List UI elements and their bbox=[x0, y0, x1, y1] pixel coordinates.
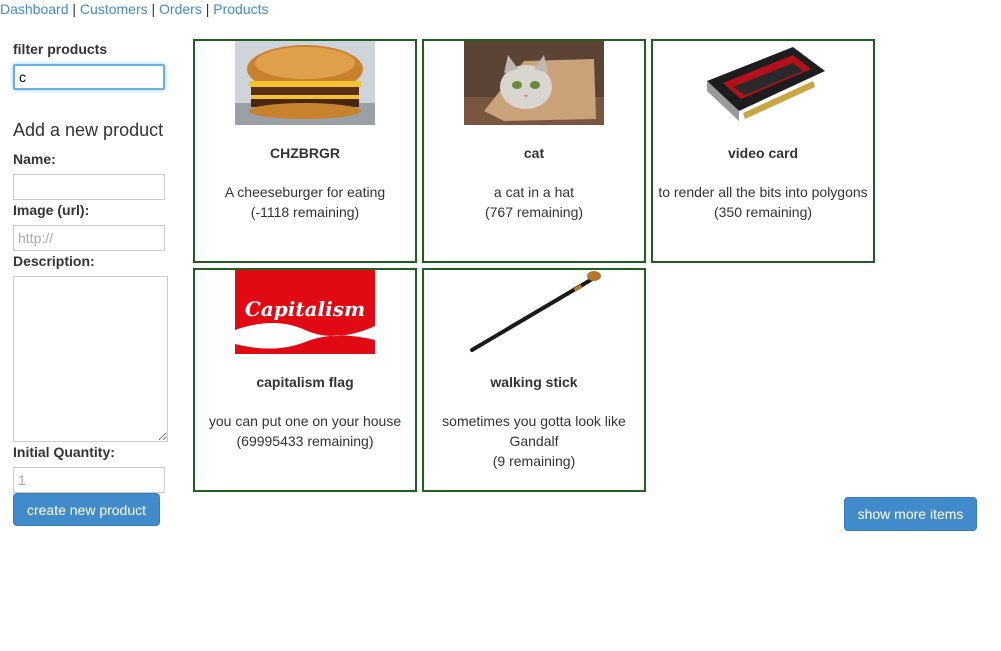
product-description: sometimes you gotta look like Gandalf bbox=[442, 413, 626, 449]
product-remaining: (350 remaining) bbox=[713, 204, 813, 220]
description-label: Description: bbox=[13, 253, 95, 269]
nav-orders-link[interactable]: Orders bbox=[159, 1, 202, 17]
product-description-block: sometimes you gotta look like Gandalf (9… bbox=[424, 411, 644, 471]
filter-input[interactable] bbox=[13, 64, 165, 90]
product-name: cat bbox=[523, 145, 545, 161]
nav-dashboard-link[interactable]: Dashboard bbox=[0, 1, 69, 17]
product-card[interactable]: cat a cat in a hat (767 remaining) bbox=[422, 39, 646, 263]
show-more-button[interactable]: show more items bbox=[844, 497, 977, 531]
product-remaining: (767 remaining) bbox=[484, 204, 584, 220]
product-card[interactable]: CHZBRGR A cheeseburger for eating (-1118… bbox=[193, 39, 417, 263]
product-description-block: A cheeseburger for eating (-1118 remaini… bbox=[195, 182, 415, 222]
nav-products-link[interactable]: Products bbox=[213, 1, 268, 17]
walking-stick-image bbox=[464, 270, 604, 354]
initial-quantity-label: Initial Quantity: bbox=[13, 444, 115, 460]
filter-label: filter products bbox=[13, 41, 108, 57]
name-field[interactable] bbox=[13, 174, 165, 200]
product-card[interactable]: video card to render all the bits into p… bbox=[651, 39, 875, 263]
description-field[interactable] bbox=[13, 276, 168, 442]
cheeseburger-image bbox=[235, 41, 375, 125]
product-name: capitalism flag bbox=[256, 374, 354, 390]
capitalism-logo-text: Capitalism bbox=[245, 297, 365, 321]
product-description-block: to render all the bits into polygons (35… bbox=[653, 182, 873, 222]
nav-separator: | bbox=[205, 1, 210, 17]
image-url-field[interactable] bbox=[13, 225, 165, 251]
nav-separator: | bbox=[72, 1, 77, 17]
product-name: CHZBRGR bbox=[270, 145, 340, 161]
product-description: A cheeseburger for eating bbox=[224, 184, 386, 200]
nav-customers-link[interactable]: Customers bbox=[80, 1, 148, 17]
product-name: walking stick bbox=[490, 374, 578, 390]
name-label: Name: bbox=[13, 151, 56, 167]
image-url-label: Image (url): bbox=[13, 202, 90, 218]
add-product-heading: Add a new product bbox=[13, 120, 164, 140]
product-description-block: you can put one on your house (69995433 … bbox=[195, 411, 415, 451]
product-description: you can put one on your house bbox=[208, 413, 402, 429]
product-description-block: a cat in a hat (767 remaining) bbox=[424, 182, 644, 222]
product-card[interactable]: walking stick sometimes you gotta look l… bbox=[422, 268, 646, 492]
create-product-button[interactable]: create new product bbox=[13, 493, 160, 526]
product-name: video card bbox=[727, 145, 799, 161]
product-remaining: (9 remaining) bbox=[492, 453, 576, 469]
cat-image bbox=[464, 41, 604, 125]
nav-separator: | bbox=[151, 1, 156, 17]
product-remaining: (-1118 remaining) bbox=[250, 204, 360, 220]
product-card[interactable]: Capitalism capitalism flag you can put o… bbox=[193, 268, 417, 492]
top-nav: Dashboard | Customers | Orders | Product… bbox=[0, 0, 269, 18]
product-remaining: (69995433 remaining) bbox=[236, 433, 374, 449]
capitalism-flag-image: Capitalism bbox=[235, 270, 375, 354]
product-description: a cat in a hat bbox=[493, 184, 575, 200]
initial-quantity-field[interactable] bbox=[13, 467, 165, 493]
product-description: to render all the bits into polygons bbox=[658, 184, 868, 200]
video-card-image bbox=[693, 41, 833, 125]
